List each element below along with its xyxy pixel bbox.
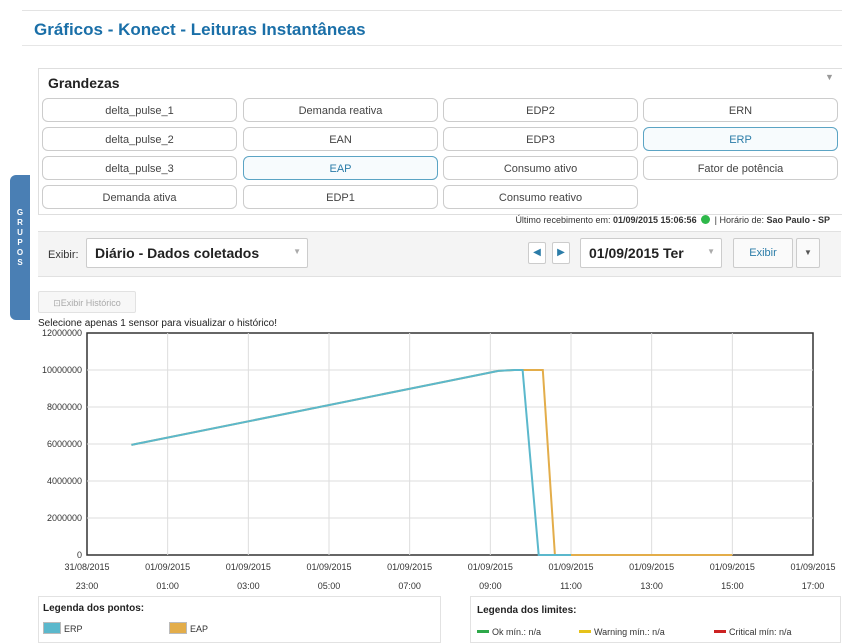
x-tick-time-label: 17:00	[802, 581, 825, 591]
x-tick-date-label: 01/09/2015	[145, 562, 190, 572]
x-tick-time-label: 03:00	[237, 581, 260, 591]
x-tick-time-label: 23:00	[76, 581, 99, 591]
x-tick-date-label: 01/09/2015	[548, 562, 593, 572]
legend-limit-warning: Warning mín.: n/a	[579, 627, 665, 637]
x-tick-date-label: 31/08/2015	[64, 562, 109, 572]
legend-limit-ok: Ok mín.: n/a	[477, 627, 541, 637]
y-tick-label: 0	[77, 550, 82, 560]
y-tick-label: 8000000	[47, 402, 82, 412]
x-tick-date-label: 01/09/2015	[790, 562, 835, 572]
erp-swatch-icon	[43, 622, 61, 634]
ok-line-icon	[477, 630, 489, 633]
eap-swatch-icon	[169, 622, 187, 634]
warning-line-icon	[579, 630, 591, 633]
x-tick-time-label: 13:00	[640, 581, 663, 591]
y-tick-label: 4000000	[47, 476, 82, 486]
line-chart: 12000000 10000000 8000000 6000000 4000000 200…	[42, 328, 836, 591]
x-tick-date-label: 01/09/2015	[468, 562, 513, 572]
x-tick-date-label: 01/09/2015	[629, 562, 674, 572]
x-tick-time-label: 07:00	[398, 581, 421, 591]
limits-legend: Legenda dos limites: Ok mín.: n/a Warnin…	[470, 596, 841, 643]
limit-ok-label: Ok mín.: n/a	[492, 627, 542, 637]
y-tick-label: 10000000	[42, 365, 82, 375]
legend-label-eap: EAP	[190, 624, 209, 634]
x-tick-time-label: 09:00	[479, 581, 502, 591]
x-tick-time-label: 15:00	[721, 581, 744, 591]
x-tick-date-label: 01/09/2015	[387, 562, 432, 572]
x-tick-date-label: 01/09/2015	[710, 562, 755, 572]
x-tick-time-label: 01:00	[156, 581, 179, 591]
legend-limit-critical: Critical mín: n/a	[714, 627, 792, 637]
legend-item-eap[interactable]: EAP	[169, 622, 208, 634]
y-tick-label: 6000000	[47, 439, 82, 449]
legend-item-erp[interactable]: ERP	[43, 622, 83, 634]
points-legend-title: Legenda dos pontos:	[43, 603, 145, 614]
limit-warning-label: Warning mín.: n/a	[594, 627, 665, 637]
limits-legend-title: Legenda dos limites:	[477, 605, 577, 616]
critical-line-icon	[714, 630, 726, 633]
points-legend: Legenda dos pontos: ERP EAP	[38, 596, 441, 643]
x-tick-time-label: 11:00	[560, 581, 582, 591]
y-tick-label: 12000000	[42, 328, 82, 338]
x-tick-time-label: 05:00	[318, 581, 341, 591]
limit-critical-label: Critical mín: n/a	[729, 627, 792, 637]
x-tick-date-label: 01/09/2015	[306, 562, 351, 572]
legend-label-erp: ERP	[64, 624, 83, 634]
x-tick-date-label: 01/09/2015	[226, 562, 271, 572]
y-tick-label: 2000000	[47, 513, 82, 523]
